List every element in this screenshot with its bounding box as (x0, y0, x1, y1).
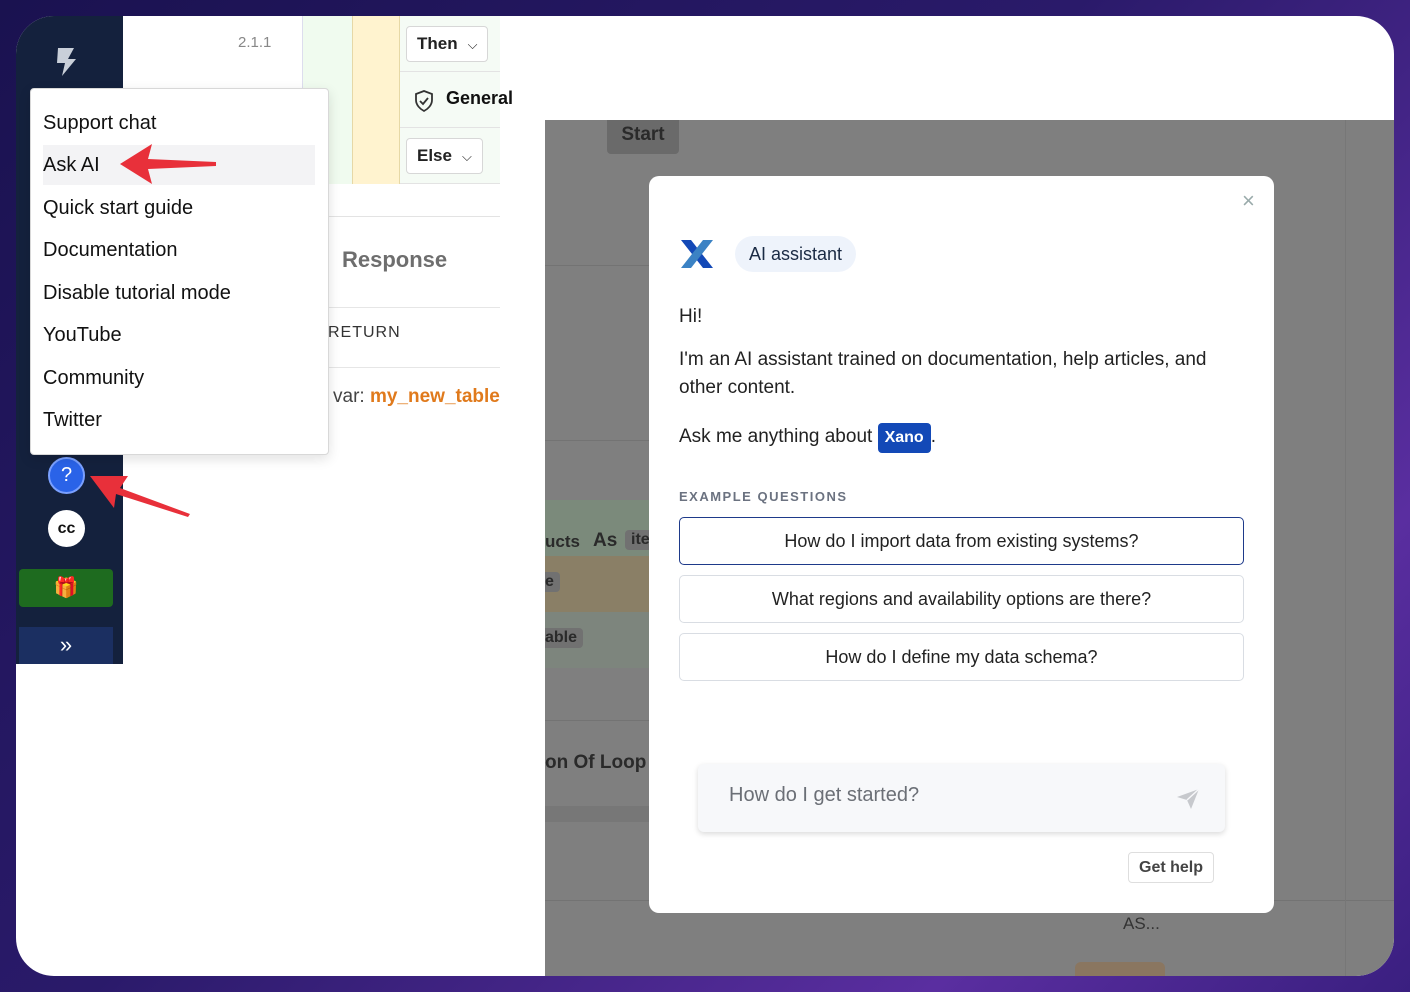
return-label: RETURN (328, 307, 500, 367)
version-label: 2.1.1 (238, 34, 272, 51)
annotation-arrow-icon (90, 476, 190, 517)
help-button[interactable]: ? (48, 457, 85, 494)
annotation-arrow-icon (120, 144, 216, 184)
menu-item-community[interactable]: Community (43, 358, 315, 398)
intro-text: I'm an AI assistant trained on documenta… (679, 349, 1207, 398)
table-tag: able (545, 628, 584, 648)
menu-item-support-chat[interactable]: Support chat (43, 103, 315, 143)
ai-assistant-badge: AI assistant (735, 236, 857, 272)
divider (545, 265, 649, 266)
chevron-down-icon: ⌵ (461, 149, 472, 164)
menu-item-quick-start[interactable]: Quick start guide (43, 188, 315, 228)
response-title: Response (342, 247, 448, 272)
shield-check-icon (415, 90, 433, 112)
else-label: Else (417, 146, 452, 165)
start-tag: Start (607, 120, 679, 154)
menu-item-youtube[interactable]: YouTube (43, 315, 315, 355)
bolt-logo-icon[interactable] (54, 46, 80, 78)
else-dropdown[interactable]: Else ⌵ (406, 138, 483, 174)
menu-item-disable-tutorial[interactable]: Disable tutorial mode (43, 273, 315, 313)
then-label: Then (417, 34, 458, 53)
general-row[interactable]: General (400, 72, 513, 128)
divider (545, 720, 649, 721)
then-row: Then ⌵ (400, 16, 500, 72)
end-of-loop-label: on Of Loop (545, 752, 647, 773)
chat-input[interactable]: How do I get started? (698, 764, 1225, 832)
divider (545, 440, 649, 441)
gift-icon: 🎁 (53, 577, 79, 599)
var-name: my_new_table (369, 386, 500, 407)
response-card[interactable]: Response RETURN var: my_new_table (328, 216, 500, 436)
else-row: Else ⌵ (400, 128, 500, 184)
ask-prefix: Ask me anything about (679, 426, 873, 447)
divider (1345, 120, 1346, 976)
branch-column-yellow (352, 16, 400, 184)
expand-rail-button[interactable]: » (19, 627, 113, 664)
closed-captions-button[interactable]: cc (48, 510, 85, 547)
close-icon[interactable]: × (1242, 188, 1255, 214)
question-circle-icon: ? (60, 464, 73, 486)
menu-item-twitter[interactable]: Twitter (43, 400, 315, 440)
step-band (545, 556, 649, 612)
general-label: General (446, 88, 514, 108)
ask-suffix: . (930, 426, 936, 447)
next-step-peek (1075, 962, 1165, 976)
menu-item-documentation[interactable]: Documentation (43, 230, 315, 270)
then-dropdown[interactable]: Then ⌵ (406, 26, 489, 62)
ai-assistant-modal: × AI assistant Hi! I'm an AI assistant t… (649, 176, 1274, 913)
xano-logo-icon (681, 240, 713, 268)
return-variable[interactable]: var: my_new_table (328, 367, 500, 437)
get-help-button[interactable]: Get help (1128, 852, 1215, 883)
ask-line: Ask me anything about Xano. (679, 420, 936, 454)
greeting-text: Hi! (679, 306, 703, 327)
example-questions-label: EXAMPLE QUESTIONS (679, 489, 848, 504)
e-tag: e (545, 572, 560, 592)
chevron-down-icon: ⌵ (467, 37, 478, 52)
chevrons-right-icon: » (59, 632, 73, 657)
xano-chip: Xano (877, 423, 931, 453)
var-prefix: var: (333, 386, 365, 407)
send-icon[interactable] (1176, 788, 1200, 810)
example-question-button[interactable]: What regions and availability options ar… (679, 575, 1244, 623)
example-question-button[interactable]: How do I define my data schema? (679, 633, 1244, 681)
chat-input-placeholder: How do I get started? (729, 784, 920, 806)
gift-button[interactable]: 🎁 (19, 569, 113, 607)
as-label: As (593, 530, 618, 551)
connector (545, 806, 649, 822)
example-question-button[interactable]: How do I import data from existing syste… (679, 517, 1244, 565)
products-label: ucts (545, 532, 580, 551)
as-dots-label: AS... (1123, 914, 1160, 933)
